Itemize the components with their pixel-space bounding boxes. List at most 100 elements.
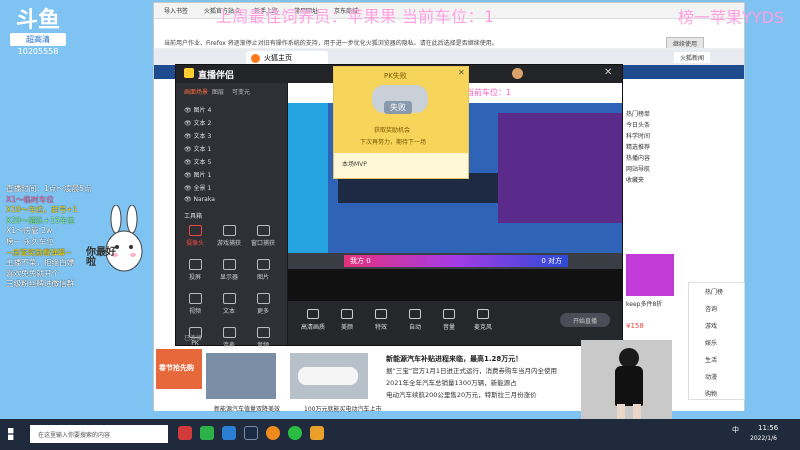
control-button[interactable]: 麦克风 (468, 309, 498, 331)
right-list-item[interactable]: 热门榜单 (626, 109, 650, 120)
side-menu-item[interactable]: 购物 (689, 385, 744, 402)
right-list-item[interactable]: 科学时间 (626, 131, 650, 142)
side-menu-item[interactable]: 生活 (689, 351, 744, 368)
popup-footer: 本场MVP (342, 161, 367, 168)
side-menu-item[interactable]: 动漫 (689, 368, 744, 385)
firefox-icon (251, 54, 260, 63)
close-icon[interactable]: ✕ (458, 68, 465, 77)
layer-item[interactable]: 👁 图片 4 (184, 105, 211, 116)
promo-text: 春节抢先购 (159, 364, 194, 372)
control-button[interactable]: 音量 (434, 309, 464, 331)
headline-item[interactable]: 新能源汽车补贴进程来临，最高1.28万元！ (386, 353, 557, 365)
logo-main: 斗鱼 (15, 7, 60, 33)
streamer-head (619, 348, 639, 368)
side-menu-item[interactable]: 娱乐 (689, 334, 744, 351)
side-menu-item[interactable]: 游戏 (689, 317, 744, 334)
right-list-item[interactable]: 收藏夹 (626, 175, 650, 186)
control-button[interactable]: 高清画质 (298, 309, 328, 331)
headline-item[interactable]: 据“三宝”官方1月1日进正式运行，消费券购车当月内全使用 (386, 365, 557, 377)
popup-header: PK失败 ✕ 失败 获取奖励机会 下次再努力，期待下一场 (334, 67, 468, 153)
app-logo-icon (184, 68, 194, 78)
headline-item[interactable]: 2021年全年汽车总销量1300万辆，新能源占 (386, 377, 557, 389)
fail-badge: 失败 (384, 101, 412, 114)
popup-line1: 获取奖励机会 (374, 127, 411, 134)
go-live-button[interactable]: 开始直播 (560, 313, 610, 327)
app-icon[interactable] (178, 426, 192, 440)
layer-item[interactable]: 👁 图片 1 (184, 170, 211, 181)
news-image-2[interactable] (290, 353, 368, 399)
tool-button[interactable]: 音频 (250, 325, 276, 355)
tool-button[interactable]: 摄像头 (182, 223, 208, 253)
control-button[interactable]: 美颜 (332, 309, 362, 331)
tab-bar: 火狐主页 火狐新闻 (154, 49, 744, 65)
control-button[interactable]: 自动 (400, 309, 430, 331)
right-list-item[interactable]: 精选推荐 (626, 142, 650, 153)
firefox-icon[interactable] (266, 426, 280, 440)
wechat-icon[interactable] (288, 426, 302, 440)
side-menu: 热门榜 咨询 游戏 娱乐 生活 动漫 购物 (688, 282, 745, 400)
app-icon[interactable] (222, 426, 236, 440)
promo-banner[interactable]: 春节抢先购 (156, 349, 202, 389)
clock-date[interactable]: 2022/1/6 (750, 435, 777, 442)
tool-button[interactable]: 投屏 (182, 257, 208, 287)
preview-left-panel (288, 103, 328, 253)
tool-button[interactable]: 更多 (250, 291, 276, 321)
side-menu-item[interactable]: 咨询 (689, 300, 744, 317)
right-list-item[interactable]: 热播内容 (626, 153, 650, 164)
tab-vars[interactable]: 可变元 (232, 87, 250, 96)
tool-button[interactable]: 视频 (182, 291, 208, 321)
close-icon[interactable]: ✕ (604, 67, 612, 78)
side-menu-item[interactable]: 热门榜 (689, 283, 744, 300)
status-text: 已连接 (184, 335, 203, 342)
tab-layers[interactable]: 图层 (212, 87, 224, 96)
layer-item[interactable]: 👁 文本 5 (184, 157, 211, 168)
app-icon[interactable] (310, 426, 324, 440)
news-caption[interactable]: 100万元就能买电动汽车上市 (304, 404, 381, 413)
avatar[interactable] (512, 68, 523, 79)
right-list: 热门榜单 今日头条 科学时间 精选推荐 热播内容 网站导航 收藏夹 (626, 109, 650, 186)
bunny-caption: 你最好啦 (86, 247, 116, 268)
streamer-body (615, 366, 643, 406)
tool-button[interactable]: 游戏捕获 (216, 223, 242, 253)
app-icon[interactable] (244, 426, 258, 440)
tool-button[interactable]: 显示器 (216, 257, 242, 287)
clock-time[interactable]: 11:56 (758, 424, 778, 432)
news-image-1[interactable] (206, 353, 276, 399)
windows-start-icon[interactable] (8, 428, 14, 440)
info-text: 当前用户作业、Firefox 将逐渐停止对旧有操作系统的支持，用于进一步优化火狐… (164, 40, 498, 47)
layer-item[interactable]: 👁 文本 1 (184, 144, 211, 155)
tool-button[interactable]: 连麦 (216, 325, 242, 355)
layer-item[interactable]: 👁 文本 2 (184, 118, 211, 129)
news-caption[interactable]: 新能源汽车值量双降美效 (214, 404, 280, 413)
rule-line: X1～临时车位 (6, 194, 55, 204)
layer-item[interactable]: 👁 Naraka (184, 196, 215, 207)
layer-item[interactable]: 👁 全景 1 (184, 183, 211, 194)
tab-news[interactable]: 火狐新闻 (674, 52, 711, 63)
tool-button[interactable]: 窗口捕获 (250, 223, 276, 253)
preview-nested-window (498, 113, 622, 223)
product-title[interactable]: keep多件8折 (626, 299, 662, 308)
douyu-logo: 斗鱼 超高清 10205558 (10, 8, 66, 58)
bookmark-item[interactable]: 导入书签 (164, 6, 188, 15)
app-title: 直播伴侣 (198, 71, 235, 81)
rule-line: 三级粉丝牌进微信群 (6, 279, 75, 289)
tool-button[interactable]: 文本 (216, 291, 242, 321)
product-image[interactable] (626, 254, 674, 296)
app-controls: 高清画质 美颜 特效 自动 音量 麦克风 开始直播 (288, 301, 622, 345)
preview-bottom (288, 269, 622, 301)
car-shape (298, 367, 358, 385)
headline-item[interactable]: 电动汽车续航200公里售20万元，特斯拉三月份涨价 (386, 389, 557, 401)
tool-button[interactable]: 图片 (250, 257, 276, 287)
taskbar-search-input[interactable]: 在这里输入你要搜索的内容 (30, 425, 168, 443)
control-button[interactable]: 特效 (366, 309, 396, 331)
info-continue-button[interactable]: 继续使用 (665, 37, 704, 48)
right-list-item[interactable]: 今日头条 (626, 120, 650, 131)
app-icon[interactable] (200, 426, 214, 440)
ime-indicator[interactable]: 中 (732, 425, 739, 435)
toolbox-heading: 工具箱 (184, 213, 203, 220)
tab-label: 火狐主页 (264, 54, 292, 62)
tab-scenes[interactable]: 画面场景 (184, 87, 208, 96)
right-list-item[interactable]: 网站导航 (626, 164, 650, 175)
tab-firefox-home[interactable]: 火狐主页 (246, 51, 328, 65)
layer-item[interactable]: 👁 文本 3 (184, 131, 211, 142)
